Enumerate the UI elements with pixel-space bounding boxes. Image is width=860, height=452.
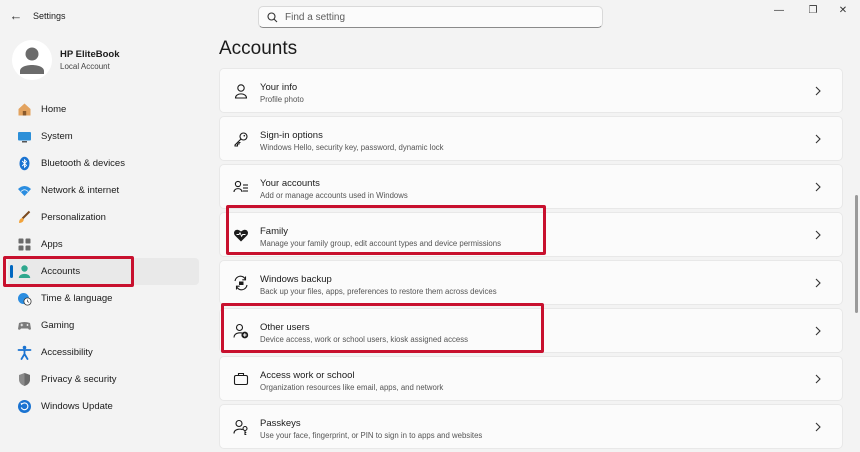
system-icon <box>18 132 31 143</box>
sidebar-item-label: Network & internet <box>41 185 120 196</box>
card-access-work-school[interactable]: Access work or school Organization resou… <box>219 356 843 401</box>
sidebar-item-label: Privacy & security <box>41 374 117 385</box>
card-windows-backup[interactable]: Windows backup Back up your files, apps,… <box>219 260 843 305</box>
sidebar-item-apps[interactable]: Apps <box>8 231 199 258</box>
card-family[interactable]: Family Manage your family group, edit ac… <box>219 212 843 257</box>
briefcase-icon <box>233 372 249 386</box>
person-add-icon <box>233 323 249 339</box>
avatar <box>12 40 52 80</box>
card-sign-in-options[interactable]: Sign-in options Windows Hello, security … <box>219 116 843 161</box>
apps-icon <box>18 238 31 251</box>
home-icon <box>18 103 31 116</box>
sidebar-item-label: Accounts <box>41 266 81 277</box>
search-box[interactable] <box>258 6 603 28</box>
sidebar-item-accessibility[interactable]: Accessibility <box>8 339 199 366</box>
app-title: Settings <box>33 11 66 21</box>
user-silhouette-icon <box>12 40 52 80</box>
gamepad-icon <box>18 322 31 330</box>
card-subtitle: Organization resources like email, apps,… <box>260 383 444 392</box>
card-subtitle: Profile photo <box>260 95 304 104</box>
sidebar-item-label: Apps <box>41 239 63 250</box>
card-title: Access work or school <box>260 370 355 381</box>
backup-icon <box>234 275 248 291</box>
search-icon <box>267 12 278 23</box>
title-bar: ← Settings — ❐ ✕ <box>0 0 860 34</box>
card-passkeys[interactable]: Passkeys Use your face, fingerprint, or … <box>219 404 843 449</box>
card-title: Your accounts <box>260 178 320 189</box>
restore-icon[interactable]: ❐ <box>806 4 820 18</box>
sidebar-item-label: Bluetooth & devices <box>41 158 125 169</box>
sidebar-item-privacy-security[interactable]: Privacy & security <box>8 366 199 393</box>
card-title: Sign-in options <box>260 130 323 141</box>
sidebar-item-label: Personalization <box>41 212 106 223</box>
profile-account-type: Local Account <box>60 62 110 71</box>
chevron-right-icon <box>815 422 821 432</box>
card-subtitle: Back up your files, apps, preferences to… <box>260 287 497 296</box>
sidebar-item-personalization[interactable]: Personalization <box>8 204 199 231</box>
person-outline-icon <box>234 84 248 99</box>
card-your-info[interactable]: Your info Profile photo <box>219 68 843 113</box>
person-list-icon <box>233 180 248 193</box>
shield-icon <box>19 373 30 386</box>
brush-icon <box>19 210 31 223</box>
accessibility-icon <box>17 345 32 360</box>
chevron-right-icon <box>815 278 821 288</box>
card-subtitle: Add or manage accounts used in Windows <box>260 191 408 200</box>
sidebar-item-time-language[interactable]: Time & language <box>8 285 199 312</box>
sidebar-item-label: System <box>41 131 73 142</box>
accounts-settings-list: Your info Profile photo Sign-in options … <box>219 68 843 452</box>
chevron-right-icon <box>815 134 821 144</box>
chevron-right-icon <box>815 374 821 384</box>
chevron-right-icon <box>815 230 821 240</box>
minimize-icon[interactable]: — <box>772 4 786 18</box>
card-subtitle: Device access, work or school users, kio… <box>260 335 468 344</box>
clock-globe-icon <box>18 293 32 306</box>
close-icon[interactable]: ✕ <box>836 4 850 18</box>
card-title: Family <box>260 226 288 237</box>
card-other-users[interactable]: Other users Device access, work or schoo… <box>219 308 843 353</box>
scrollbar-thumb[interactable] <box>855 195 858 313</box>
sidebar-item-accounts[interactable]: Accounts <box>8 258 199 285</box>
chevron-right-icon <box>815 326 821 336</box>
profile-header[interactable]: HP EliteBook Local Account <box>12 40 202 82</box>
sidebar-item-bluetooth[interactable]: Bluetooth & devices <box>8 150 199 177</box>
chevron-right-icon <box>815 86 821 96</box>
sidebar-item-label: Time & language <box>41 293 113 304</box>
sidebar-item-label: Gaming <box>41 320 75 331</box>
sidebar-item-gaming[interactable]: Gaming <box>8 312 199 339</box>
chevron-right-icon <box>815 182 821 192</box>
sidebar-item-label: Accessibility <box>41 347 93 358</box>
page-title: Accounts <box>219 38 298 59</box>
bluetooth-icon <box>19 156 30 171</box>
update-icon <box>18 400 31 413</box>
card-subtitle: Windows Hello, security key, password, d… <box>260 143 444 152</box>
sidebar-item-label: Home <box>41 104 67 115</box>
card-title: Other users <box>260 322 310 333</box>
sidebar-item-windows-update[interactable]: Windows Update <box>8 393 199 420</box>
sidebar-nav: Home System Bluetooth & devices Network … <box>0 96 205 420</box>
card-title: Passkeys <box>260 418 301 429</box>
back-arrow-icon[interactable]: ← <box>8 8 24 24</box>
key-icon <box>234 132 248 147</box>
person-icon <box>18 265 31 278</box>
passkey-icon <box>233 419 248 435</box>
card-subtitle: Use your face, fingerprint, or PIN to si… <box>260 431 483 440</box>
sidebar-item-system[interactable]: System <box>8 123 199 150</box>
sidebar-item-network[interactable]: Network & internet <box>8 177 199 204</box>
sidebar-item-label: Windows Update <box>41 401 113 412</box>
card-title: Windows backup <box>260 274 332 285</box>
card-title: Your info <box>260 82 298 93</box>
card-your-accounts[interactable]: Your accounts Add or manage accounts use… <box>219 164 843 209</box>
sidebar-item-home[interactable]: Home <box>8 96 199 123</box>
card-subtitle: Manage your family group, edit account t… <box>260 239 501 248</box>
wifi-icon <box>18 186 31 196</box>
search-input[interactable] <box>285 10 585 25</box>
profile-name: HP EliteBook <box>60 49 120 60</box>
heart-icon <box>234 229 248 242</box>
